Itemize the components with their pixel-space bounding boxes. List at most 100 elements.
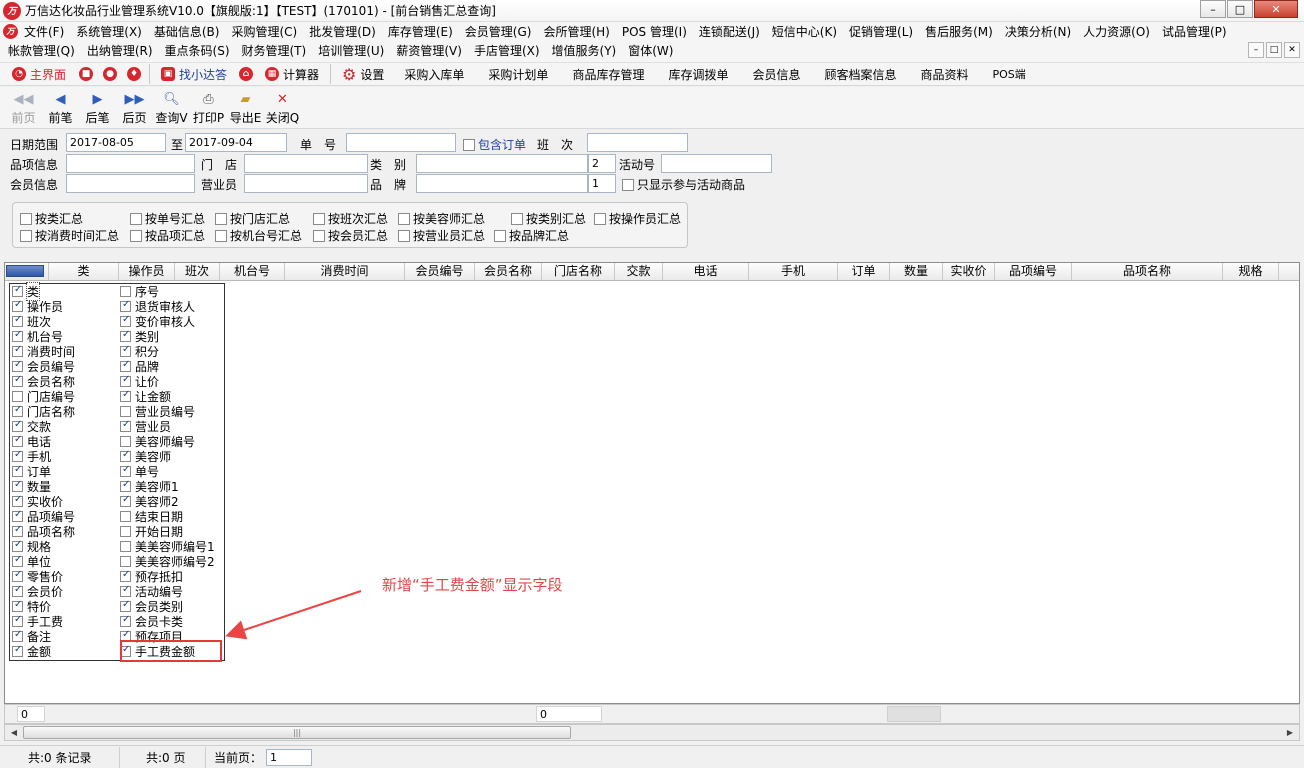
- group-by-checkbox[interactable]: 按班次汇总: [313, 210, 388, 227]
- menu-item[interactable]: POS 管理(I): [616, 23, 693, 40]
- checkbox-box[interactable]: [120, 556, 131, 567]
- minimize-button[interactable]: –: [1200, 0, 1226, 18]
- date-to-input[interactable]: 2017-09-04: [185, 133, 287, 152]
- order-no-input[interactable]: [346, 133, 456, 152]
- checkbox-box[interactable]: [12, 284, 23, 297]
- column-option[interactable]: 品项名称: [10, 524, 118, 539]
- column-picker-handle-icon[interactable]: [6, 265, 44, 277]
- first-page-button[interactable]: ◀◀ 前页: [5, 87, 42, 126]
- category-input[interactable]: [416, 154, 588, 173]
- date-from-input[interactable]: 2017-08-05: [66, 133, 166, 152]
- group-by-checkbox[interactable]: 按美容师汇总: [398, 210, 485, 227]
- group-by-checkbox[interactable]: 按营业员汇总: [398, 227, 485, 244]
- checkbox-box[interactable]: [12, 374, 23, 387]
- checkbox-box[interactable]: [215, 212, 227, 225]
- group-by-checkbox[interactable]: 按门店汇总: [215, 210, 290, 227]
- scroll-right-arrow-icon[interactable]: ▶: [1282, 725, 1298, 740]
- checkbox-box[interactable]: [120, 599, 131, 612]
- checkbox-box[interactable]: [120, 614, 131, 627]
- current-page-input[interactable]: 1: [266, 748, 313, 766]
- checkbox-box[interactable]: [120, 569, 131, 582]
- checkbox-box[interactable]: [313, 212, 325, 225]
- column-option[interactable]: 规格: [10, 539, 118, 554]
- column-option[interactable]: 手机: [10, 449, 118, 464]
- grid-column-header[interactable]: 手机: [749, 263, 838, 280]
- grid-column-header[interactable]: 规格: [1223, 263, 1279, 280]
- column-option[interactable]: 单号: [118, 464, 226, 479]
- checkbox-box[interactable]: [120, 494, 131, 507]
- group-by-checkbox[interactable]: 按单号汇总: [130, 210, 205, 227]
- checkbox-box[interactable]: [511, 212, 523, 225]
- prev-record-button[interactable]: ◀ 前笔: [42, 87, 79, 126]
- quick-link-button[interactable]: 库存调拨单: [656, 63, 740, 85]
- checkbox-box[interactable]: [12, 344, 23, 357]
- checkbox-box[interactable]: [120, 449, 131, 462]
- group-by-checkbox[interactable]: 按品项汇总: [130, 227, 205, 244]
- checkbox-box[interactable]: [120, 374, 131, 387]
- menu-item[interactable]: 财务管理(T): [236, 42, 313, 59]
- group-by-checkbox[interactable]: 按类别汇总: [511, 210, 586, 227]
- checkbox-box[interactable]: [398, 212, 410, 225]
- close-window-button[interactable]: ✕: [1254, 0, 1298, 18]
- checkbox-box[interactable]: [120, 479, 131, 492]
- menu-item[interactable]: 短信中心(K): [766, 23, 843, 40]
- mdi-restore-button[interactable]: □: [1266, 42, 1282, 58]
- column-option[interactable]: 美美容师编号1: [118, 539, 226, 554]
- restore-button[interactable]: □: [1227, 0, 1253, 18]
- column-option[interactable]: 美容师2: [118, 494, 226, 509]
- column-option[interactable]: 金额: [10, 644, 118, 659]
- checkbox-box[interactable]: [120, 584, 131, 597]
- column-option[interactable]: 退货审核人: [118, 299, 226, 314]
- checkbox-box[interactable]: [120, 329, 131, 342]
- grid-column-header[interactable]: 会员名称: [475, 263, 542, 280]
- lock-button[interactable]: ■: [74, 63, 98, 85]
- column-option[interactable]: 营业员: [118, 419, 226, 434]
- column-option[interactable]: 品项编号: [10, 509, 118, 524]
- column-option[interactable]: 结束日期: [118, 509, 226, 524]
- group-by-checkbox[interactable]: 按类汇总: [20, 210, 83, 227]
- quick-link-button[interactable]: 商品资料: [909, 63, 981, 85]
- category-code-input[interactable]: 2: [588, 154, 616, 173]
- column-option[interactable]: 活动编号: [118, 584, 226, 599]
- checkbox-box[interactable]: [120, 526, 131, 537]
- column-option[interactable]: 特价: [10, 599, 118, 614]
- menu-item[interactable]: 决策分析(N): [999, 23, 1077, 40]
- column-option[interactable]: 美美容师编号2: [118, 554, 226, 569]
- quick-link-button[interactable]: 顾客档案信息: [812, 63, 908, 85]
- checkbox-box[interactable]: [12, 329, 23, 342]
- grid-column-header[interactable]: 交款: [615, 263, 663, 280]
- grid-column-header[interactable]: 类: [49, 263, 119, 280]
- checkbox-box[interactable]: [120, 406, 131, 417]
- menu-item[interactable]: 基础信息(B): [148, 23, 226, 40]
- menu-item[interactable]: 试品管理(P): [1156, 23, 1233, 40]
- checkbox-box[interactable]: [12, 299, 23, 312]
- column-option[interactable]: 会员类别: [118, 599, 226, 614]
- only-activity-checkbox[interactable]: 只显示参与活动商品: [622, 176, 745, 193]
- checkbox-box[interactable]: [313, 229, 325, 242]
- grid-column-header[interactable]: 品项名称: [1072, 263, 1223, 280]
- quick-link-button[interactable]: POS端: [981, 63, 1038, 85]
- column-picker-dropdown[interactable]: 类操作员班次机台号消费时间会员编号会员名称门店编号门店名称交款电话手机订单数量实…: [9, 282, 226, 662]
- checkbox-box[interactable]: [120, 541, 131, 552]
- checkbox-box[interactable]: [120, 344, 131, 357]
- column-option[interactable]: 序号: [118, 284, 226, 299]
- member-info-input[interactable]: [66, 174, 195, 193]
- menu-item[interactable]: 窗体(W): [622, 42, 679, 59]
- checkbox-box[interactable]: [120, 464, 131, 477]
- column-option[interactable]: 变价审核人: [118, 314, 226, 329]
- query-button[interactable]: 🔍︎ 查询V: [153, 87, 190, 126]
- checkbox-box[interactable]: [398, 229, 410, 242]
- checkbox-box[interactable]: [12, 359, 23, 372]
- grid-column-header[interactable]: 会员编号: [405, 263, 475, 280]
- group-by-checkbox[interactable]: 按机台号汇总: [215, 227, 302, 244]
- checkbox-box[interactable]: [12, 314, 23, 327]
- checkbox-box[interactable]: [12, 539, 23, 552]
- column-option[interactable]: 积分: [118, 344, 226, 359]
- checkbox-box[interactable]: [120, 359, 131, 372]
- column-option[interactable]: 门店编号: [10, 389, 118, 404]
- close-form-button[interactable]: ✕ 关闭Q: [264, 87, 301, 126]
- shift-input[interactable]: [587, 133, 688, 152]
- column-option[interactable]: 机台号: [10, 329, 118, 344]
- store-input[interactable]: [244, 154, 368, 173]
- checkbox-box[interactable]: [130, 212, 142, 225]
